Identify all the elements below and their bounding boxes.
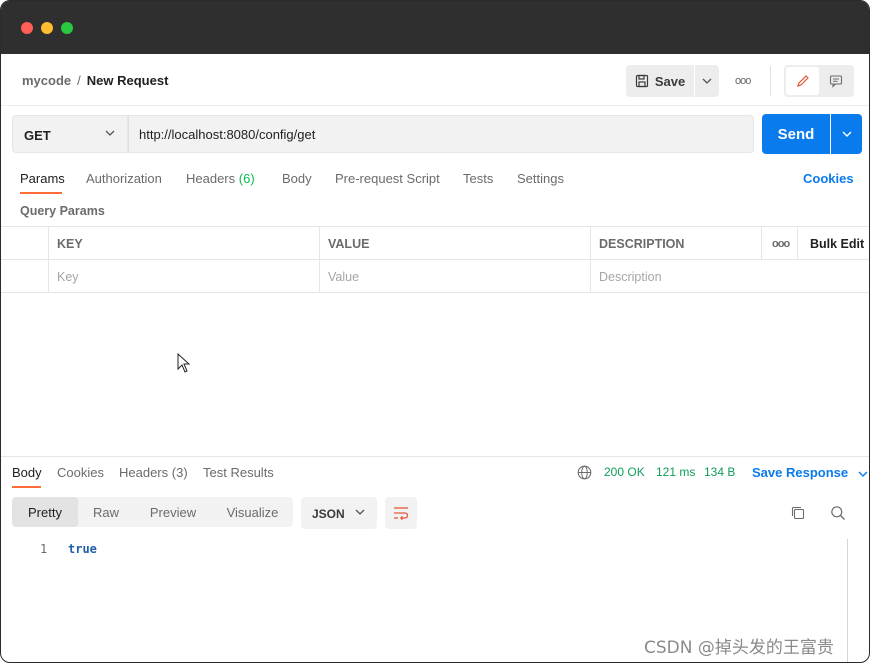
globe-icon[interactable]: [577, 465, 592, 480]
chevron-down-icon: [842, 131, 851, 137]
cookies-link[interactable]: Cookies: [803, 171, 854, 186]
url-input[interactable]: http://localhost:8080/config/get: [128, 115, 754, 153]
zoom-window-button[interactable]: [61, 22, 73, 34]
response-view-modes: Pretty Raw Preview Visualize: [12, 497, 293, 527]
chevron-down-icon: [702, 78, 712, 84]
params-table: KEY VALUE DESCRIPTION ooo Bulk Edit Key …: [1, 226, 869, 293]
search-icon[interactable]: [830, 505, 846, 521]
send-button[interactable]: Send: [762, 114, 830, 154]
wrap-lines-button[interactable]: [385, 497, 417, 529]
format-label: JSON: [312, 507, 345, 521]
tab-tests[interactable]: Tests: [463, 171, 493, 186]
column-header-key: KEY: [48, 227, 320, 260]
row-checkbox-cell: [1, 260, 49, 293]
breadcrumb-separator: /: [77, 73, 81, 88]
response-tab-test-results[interactable]: Test Results: [203, 465, 274, 480]
response-tab-cookies[interactable]: Cookies: [57, 465, 104, 480]
method-label: GET: [24, 128, 51, 143]
edit-mode-button[interactable]: [786, 67, 819, 95]
chevron-down-icon: [105, 130, 115, 136]
tab-headers[interactable]: Headers (6): [186, 171, 255, 186]
header-divider: [770, 66, 771, 96]
response-headers-count: (3): [171, 465, 188, 480]
watermark: CSDN @掉头发的王富贵: [644, 638, 834, 658]
close-window-button[interactable]: [21, 22, 33, 34]
tab-headers-label: Headers: [186, 171, 236, 186]
method-select[interactable]: GET: [12, 115, 128, 153]
copy-icon[interactable]: [790, 505, 806, 521]
save-group: Save: [626, 65, 719, 97]
request-header: mycode / New Request Save ooo: [1, 54, 869, 106]
response-tab-headers-label: Headers: [119, 465, 169, 480]
save-options-button[interactable]: [695, 65, 719, 97]
description-input[interactable]: Description: [590, 260, 869, 293]
column-options-icon[interactable]: ooo: [761, 227, 798, 260]
send-options-button[interactable]: [831, 114, 862, 154]
code-line: true: [68, 542, 97, 556]
bulk-edit-button[interactable]: Bulk Edit: [797, 227, 869, 260]
request-tabs: Params Authorization Headers (6) Body Pr…: [1, 166, 869, 196]
tab-body[interactable]: Body: [282, 171, 312, 186]
breadcrumb: mycode / New Request: [22, 73, 168, 88]
tab-pre-request-script[interactable]: Pre-request Script: [335, 171, 440, 186]
chevron-down-icon: [858, 471, 868, 477]
comment-mode-button[interactable]: [819, 67, 852, 95]
mouse-cursor-icon: [177, 353, 191, 373]
response-time[interactable]: 121 ms: [656, 465, 695, 479]
save-response-button[interactable]: Save Response: [752, 465, 868, 480]
comment-icon: [829, 75, 842, 88]
tab-settings[interactable]: Settings: [517, 171, 564, 186]
table-row: Key Value Description: [1, 260, 869, 293]
chevron-down-icon: [355, 509, 365, 515]
view-raw[interactable]: Raw: [78, 497, 134, 527]
active-response-tab-indicator: [12, 486, 41, 488]
workspace-name[interactable]: mycode: [22, 73, 71, 88]
title-bar: [1, 1, 869, 54]
minimize-window-button[interactable]: [41, 22, 53, 34]
value-input[interactable]: Value: [319, 260, 591, 293]
column-header-value: VALUE: [319, 227, 591, 260]
response-tab-body[interactable]: Body: [12, 465, 42, 480]
save-response-label: Save Response: [752, 465, 849, 480]
response-size[interactable]: 134 B: [704, 465, 735, 479]
wrap-lines-icon: [394, 507, 409, 520]
status-code[interactable]: 200 OK: [604, 465, 645, 479]
response-tabs: Body Cookies Headers (3) Test Results 20…: [1, 459, 869, 489]
active-tab-indicator: [20, 192, 62, 194]
key-input[interactable]: Key: [48, 260, 320, 293]
view-pretty[interactable]: Pretty: [12, 497, 78, 527]
editor-scrollbar[interactable]: [847, 539, 848, 662]
request-name[interactable]: New Request: [87, 73, 169, 88]
format-select[interactable]: JSON: [301, 497, 377, 529]
save-label: Save: [654, 73, 686, 89]
checkbox-column-header: [1, 227, 49, 260]
view-visualize[interactable]: Visualize: [212, 497, 293, 527]
app-window: mycode / New Request Save ooo GET http://l…: [0, 0, 870, 663]
headers-count: (6): [238, 171, 255, 186]
tab-authorization[interactable]: Authorization: [86, 171, 162, 186]
save-icon: [635, 74, 648, 88]
view-preview[interactable]: Preview: [134, 497, 212, 527]
view-mode-toggle: [784, 65, 854, 97]
column-header-description: DESCRIPTION: [590, 227, 762, 260]
save-button[interactable]: Save: [626, 65, 694, 97]
response-divider: [1, 456, 869, 457]
more-options-icon[interactable]: ooo: [735, 75, 751, 87]
tab-params[interactable]: Params: [20, 171, 65, 186]
params-table-header: KEY VALUE DESCRIPTION ooo Bulk Edit: [1, 227, 869, 260]
line-number: 1: [40, 542, 48, 556]
pencil-icon: [796, 75, 809, 87]
query-params-title: Query Params: [20, 204, 105, 218]
response-tab-headers[interactable]: Headers (3): [119, 465, 188, 480]
